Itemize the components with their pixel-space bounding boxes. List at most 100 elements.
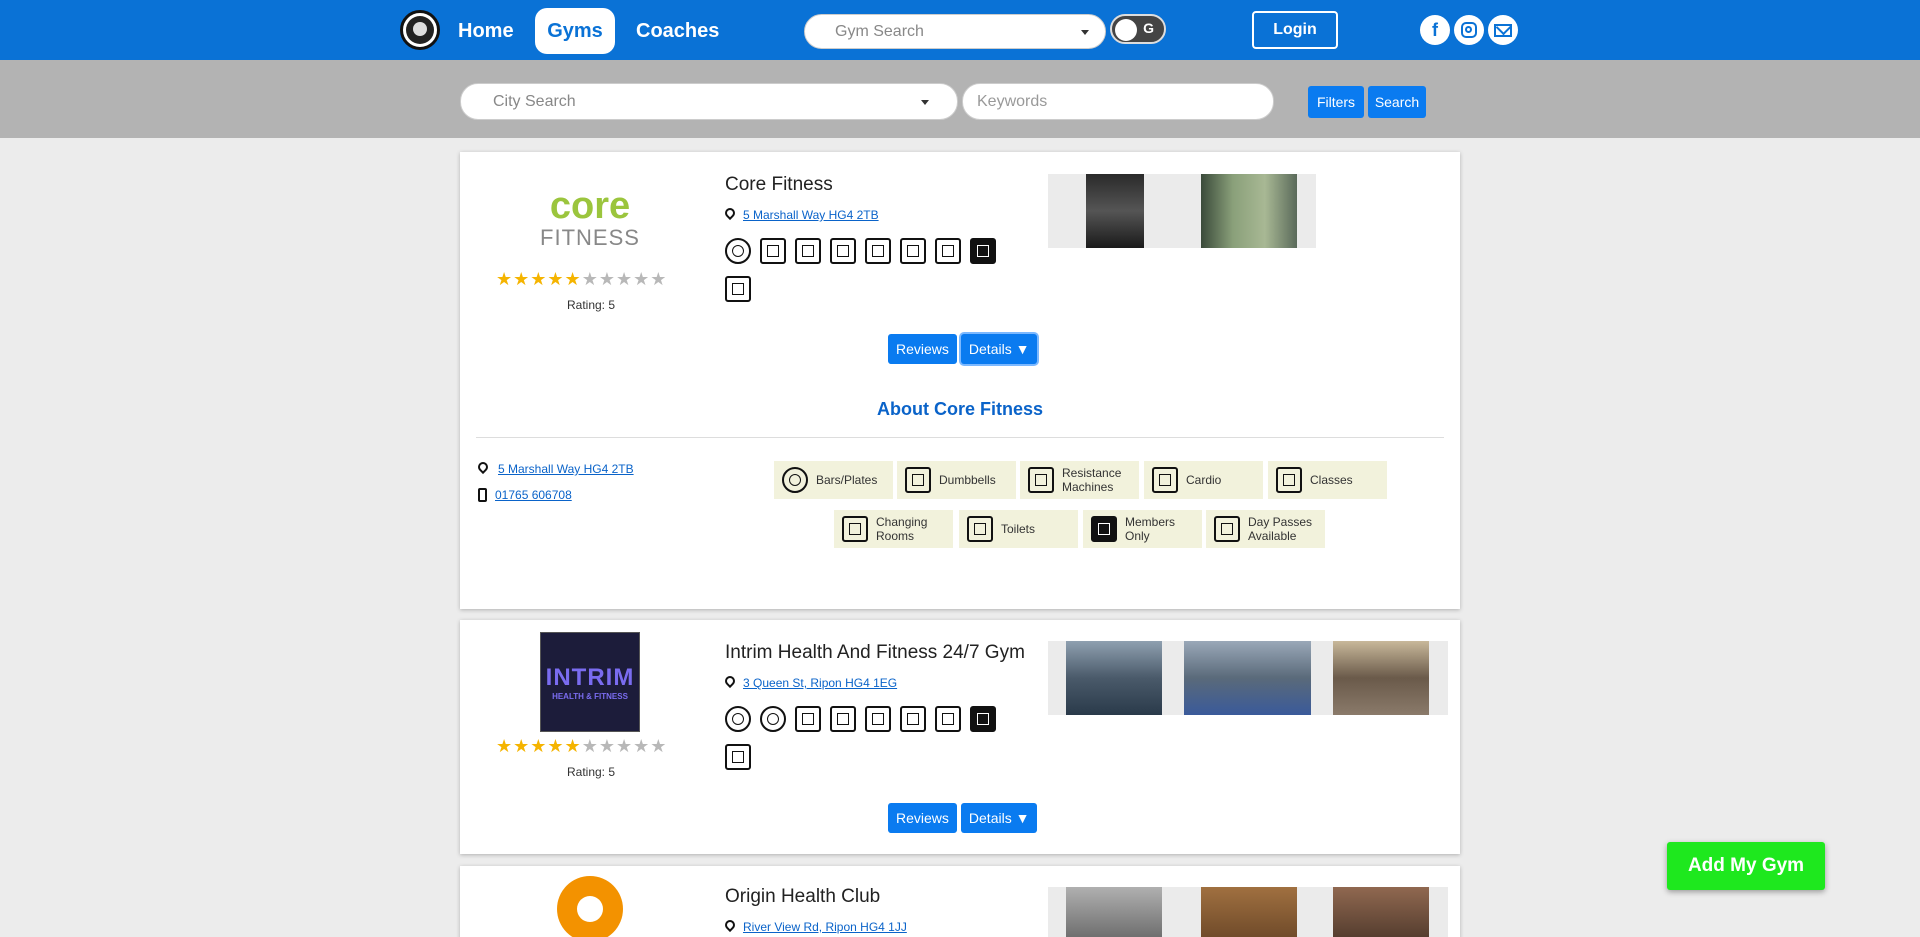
instagram-icon[interactable] (1454, 15, 1484, 45)
bars-plates-icon (782, 467, 808, 493)
add-my-gym-button[interactable]: Add My Gym (1667, 842, 1825, 890)
facebook-icon[interactable]: f (1420, 15, 1450, 45)
day-pass-icon (1214, 516, 1240, 542)
gym-logo (540, 876, 640, 937)
location-pin-icon (725, 208, 737, 222)
amenity-tile: Members Only (1083, 510, 1202, 548)
amenity-tile: Day Passes Available (1206, 510, 1325, 548)
gym-card: core FITNESS ★★★★★★★★★★ Rating: 5 Core F… (460, 152, 1460, 609)
changing-rooms-icon (900, 238, 926, 264)
city-search-placeholder: City Search (493, 93, 576, 110)
location-pin-icon (725, 676, 737, 690)
logo-text: core (549, 185, 631, 227)
logo-text: INTRIM (545, 663, 635, 691)
details-button[interactable]: Details ▼ (960, 334, 1038, 364)
changing-rooms-icon (900, 706, 926, 732)
resistance-machine-icon (795, 238, 821, 264)
logo-subtext: HEALTH & FITNESS (552, 691, 628, 701)
gym-search-placeholder: Gym Search (835, 23, 924, 40)
top-navbar: Home Gyms Coaches Gym Search G Login f (0, 0, 1920, 60)
filters-button[interactable]: Filters (1308, 86, 1364, 118)
nav-coaches[interactable]: Coaches (636, 8, 719, 54)
gym-photo[interactable] (1333, 641, 1429, 715)
amenity-tile: Dumbbells (897, 461, 1016, 499)
day-pass-icon (725, 744, 751, 770)
amenity-icons-row2 (725, 744, 751, 770)
logo-emblem-icon (406, 16, 434, 44)
gym-photo[interactable] (1184, 641, 1311, 715)
amenity-label: Cardio (1186, 473, 1222, 487)
address-link[interactable]: 3 Queen St, Ripon HG4 1EG (743, 676, 897, 690)
dumbbell-icon (795, 706, 821, 732)
resistance-machine-icon (830, 706, 856, 732)
about-title: About Core Fitness (876, 399, 1043, 419)
location-pin-icon (725, 920, 737, 934)
logo-center (577, 896, 603, 922)
gym-photo[interactable] (1066, 887, 1162, 937)
amenity-label: Changing Rooms (876, 515, 928, 543)
gym-name[interactable]: Origin Health Club (725, 886, 880, 908)
amenity-label: Resistance Machines (1062, 466, 1122, 494)
divider (476, 437, 1444, 438)
address-link[interactable]: River View Rd, Ripon HG4 1JJ (743, 920, 907, 934)
resistance-machine-icon (1028, 467, 1054, 493)
amenity-icons-row2 (725, 276, 751, 302)
gym-photo[interactable] (1086, 174, 1144, 248)
gym-address[interactable]: River View Rd, Ripon HG4 1JJ (725, 920, 907, 934)
dumbbell-icon (905, 467, 931, 493)
amenity-label: Toilets (1001, 522, 1036, 536)
reviews-button[interactable]: Reviews (888, 803, 957, 833)
gym-photo[interactable] (1333, 887, 1429, 937)
gym-photo[interactable] (1201, 887, 1297, 937)
gym-card: INTRIM HEALTH & FITNESS ★★★★★★★★★★ Ratin… (460, 620, 1460, 854)
gym-photo[interactable] (1066, 641, 1162, 715)
amenity-tile: Classes (1268, 461, 1387, 499)
address-link[interactable]: 5 Marshall Way HG4 2TB (498, 462, 634, 476)
cardio-treadmill-icon (1152, 467, 1178, 493)
phone-link[interactable]: 01765 606708 (495, 488, 572, 502)
gym-name[interactable]: Intrim Health And Fitness 24/7 Gym (725, 642, 1025, 664)
contact-address[interactable]: 5 Marshall Way HG4 2TB (478, 462, 634, 476)
contact-phone[interactable]: 01765 606708 (478, 488, 572, 502)
theme-toggle[interactable]: G (1110, 14, 1166, 44)
keywords-input[interactable]: Keywords (962, 83, 1274, 120)
card-actions: Reviews Details ▼ (888, 334, 1038, 364)
cardio-treadmill-icon (830, 238, 856, 264)
toilets-icon (935, 238, 961, 264)
amenity-label: Members Only (1125, 515, 1176, 543)
toilets-icon (935, 706, 961, 732)
gym-address[interactable]: 3 Queen St, Ripon HG4 1EG (725, 676, 897, 690)
location-pin-icon (478, 462, 490, 476)
search-button[interactable]: Search (1368, 86, 1426, 118)
gym-name[interactable]: Core Fitness (725, 174, 833, 196)
nav-gyms[interactable]: Gyms (535, 8, 615, 54)
site-logo[interactable] (400, 10, 440, 50)
gym-search-select[interactable]: Gym Search (804, 14, 1106, 49)
details-button[interactable]: Details ▼ (960, 803, 1038, 833)
gym-card: Origin Health Club River View Rd, Ripon … (460, 866, 1460, 937)
rating-text: Rating: 5 (566, 298, 616, 312)
toggle-knob (1115, 19, 1137, 41)
amenity-tile: Toilets (959, 510, 1078, 548)
amenity-tile: Changing Rooms (834, 510, 953, 548)
bars-plates-icon (725, 238, 751, 264)
star-rating: ★★★★★★★★★★ (496, 736, 668, 756)
gym-address[interactable]: 5 Marshall Way HG4 2TB (725, 208, 879, 222)
gym-photo[interactable] (1201, 174, 1297, 248)
chevron-down-icon (921, 100, 929, 105)
bars-plates-icon (760, 706, 786, 732)
star-rating: ★★★★★★★★★★ (496, 269, 668, 289)
day-pass-icon (725, 276, 751, 302)
email-icon[interactable] (1488, 15, 1518, 45)
nav-home[interactable]: Home (458, 8, 514, 54)
reviews-button[interactable]: Reviews (888, 334, 957, 364)
toggle-label: G (1143, 20, 1154, 36)
cardio-treadmill-icon (865, 706, 891, 732)
amenity-tile: Cardio (1144, 461, 1263, 499)
address-link[interactable]: 5 Marshall Way HG4 2TB (743, 208, 879, 222)
classes-icon (865, 238, 891, 264)
chevron-down-icon (1081, 30, 1089, 35)
city-search-select[interactable]: City Search (460, 83, 958, 120)
phone-icon (478, 488, 487, 502)
login-button[interactable]: Login (1252, 11, 1338, 49)
